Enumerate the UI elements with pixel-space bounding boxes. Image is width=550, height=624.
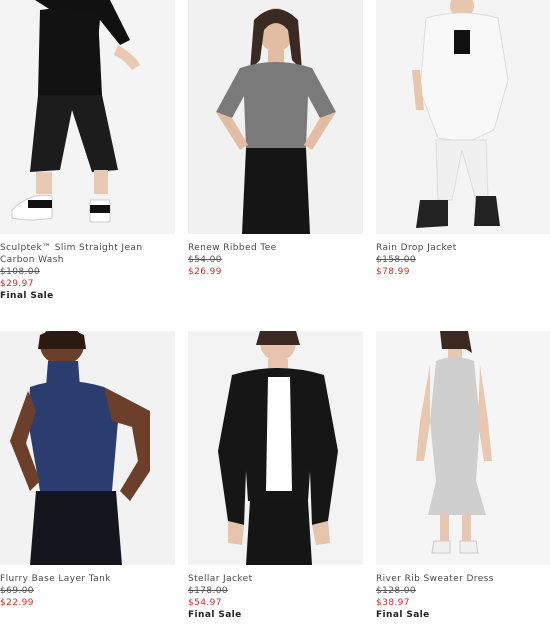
product-name[interactable]: Stellar Jacket <box>188 573 363 585</box>
product-name[interactable]: Renew Ribbed Tee <box>188 242 363 254</box>
model-dress-image <box>376 331 550 565</box>
product-name[interactable]: Rain Drop Jacket <box>376 242 550 254</box>
product-name[interactable]: Flurry Base Layer Tank <box>0 573 175 585</box>
sale-price: $38.97 <box>376 598 410 608</box>
original-price: $178.00 <box>188 586 229 596</box>
sale-price: $54.97 <box>188 598 222 608</box>
product-image[interactable] <box>376 331 550 565</box>
product-image[interactable] <box>0 331 175 565</box>
final-sale-badge: Final Sale <box>376 610 430 620</box>
original-price: $108.00 <box>0 267 41 277</box>
product-card[interactable]: Rain Drop Jacket $158.00 $78.99 <box>376 0 550 278</box>
product-card[interactable]: Stellar Jacket $178.00 $54.97 Final Sale <box>188 331 363 621</box>
product-name[interactable]: River Rib Sweater Dress <box>376 573 550 585</box>
final-sale-badge: Final Sale <box>188 610 242 620</box>
product-card[interactable]: Sculptek™ Slim Straight Jean Carbon Wash… <box>0 0 175 302</box>
product-card[interactable]: Renew Ribbed Tee $54.00 $26.99 <box>188 0 363 278</box>
original-price: $69.00 <box>0 586 34 596</box>
final-sale-badge: Final Sale <box>0 291 54 301</box>
product-name[interactable]: Sculptek™ Slim Straight Jean Carbon Wash <box>0 242 175 266</box>
product-grid: Sculptek™ Slim Straight Jean Carbon Wash… <box>0 0 550 624</box>
original-price: $128.00 <box>376 586 417 596</box>
product-card[interactable]: Flurry Base Layer Tank $69.00 $22.99 <box>0 331 175 609</box>
sale-price: $78.99 <box>376 267 410 277</box>
product-image[interactable] <box>188 0 363 234</box>
product-image[interactable] <box>376 0 550 234</box>
original-price: $54.00 <box>188 255 222 265</box>
original-price: $158.00 <box>376 255 417 265</box>
product-card[interactable]: River Rib Sweater Dress $128.00 $38.97 F… <box>376 331 550 621</box>
sale-price: $29.97 <box>0 279 34 289</box>
sale-price: $22.99 <box>0 598 34 608</box>
model-tee-image <box>188 0 363 234</box>
model-jacket-image <box>376 0 550 234</box>
model-tank-image <box>0 331 175 565</box>
product-image[interactable] <box>188 331 363 565</box>
model-jeans-image <box>0 0 175 234</box>
sale-price: $26.99 <box>188 267 222 277</box>
model-stellar-jacket-image <box>188 331 363 565</box>
product-image[interactable] <box>0 0 175 234</box>
